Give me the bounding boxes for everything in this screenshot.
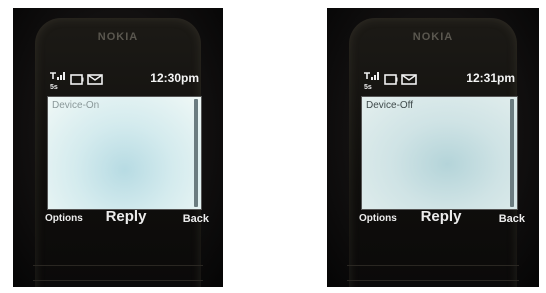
phone-hinge <box>347 265 519 281</box>
softkey-bar: Options Reply Back <box>357 208 525 230</box>
message-screen: Device-On <box>47 96 202 210</box>
signal-strength-icon: 5s <box>50 72 65 91</box>
battery-icon <box>70 74 84 85</box>
signal-strength-icon: 5s <box>364 72 379 91</box>
message-screen: Device-Off <box>361 96 518 210</box>
brand-logo: NOKIA <box>412 31 454 43</box>
options-softkey[interactable]: Options <box>359 213 397 224</box>
phone-photo-device-off: NOKIA 5s 12:31pm Device-Off Options Repl… <box>327 8 539 287</box>
phone-hinge <box>33 265 203 281</box>
brand-logo: NOKIA <box>97 31 139 43</box>
message-text: Device-Off <box>366 100 414 111</box>
status-bar: 5s 12:31pm <box>363 71 515 91</box>
message-text: Device-On <box>52 100 100 111</box>
back-softkey[interactable]: Back <box>499 213 525 225</box>
scrollbar[interactable] <box>510 99 514 207</box>
softkey-bar: Options Reply Back <box>43 208 209 230</box>
options-softkey[interactable]: Options <box>45 213 83 224</box>
envelope-icon <box>87 74 103 85</box>
battery-icon <box>384 74 398 85</box>
status-bar: 5s 12:30pm <box>49 71 199 91</box>
envelope-icon <box>401 74 417 85</box>
back-softkey[interactable]: Back <box>183 213 209 225</box>
clock-time: 12:31pm <box>466 71 515 85</box>
phone-photo-device-on: NOKIA 5s 12:30pm Device-On Options Reply… <box>13 8 223 287</box>
clock-time: 12:30pm <box>150 71 199 85</box>
scrollbar[interactable] <box>194 99 198 207</box>
svg-text:5s: 5s <box>50 84 58 91</box>
reply-softkey[interactable]: Reply <box>106 208 147 225</box>
reply-softkey[interactable]: Reply <box>421 208 462 225</box>
svg-text:5s: 5s <box>364 84 372 91</box>
